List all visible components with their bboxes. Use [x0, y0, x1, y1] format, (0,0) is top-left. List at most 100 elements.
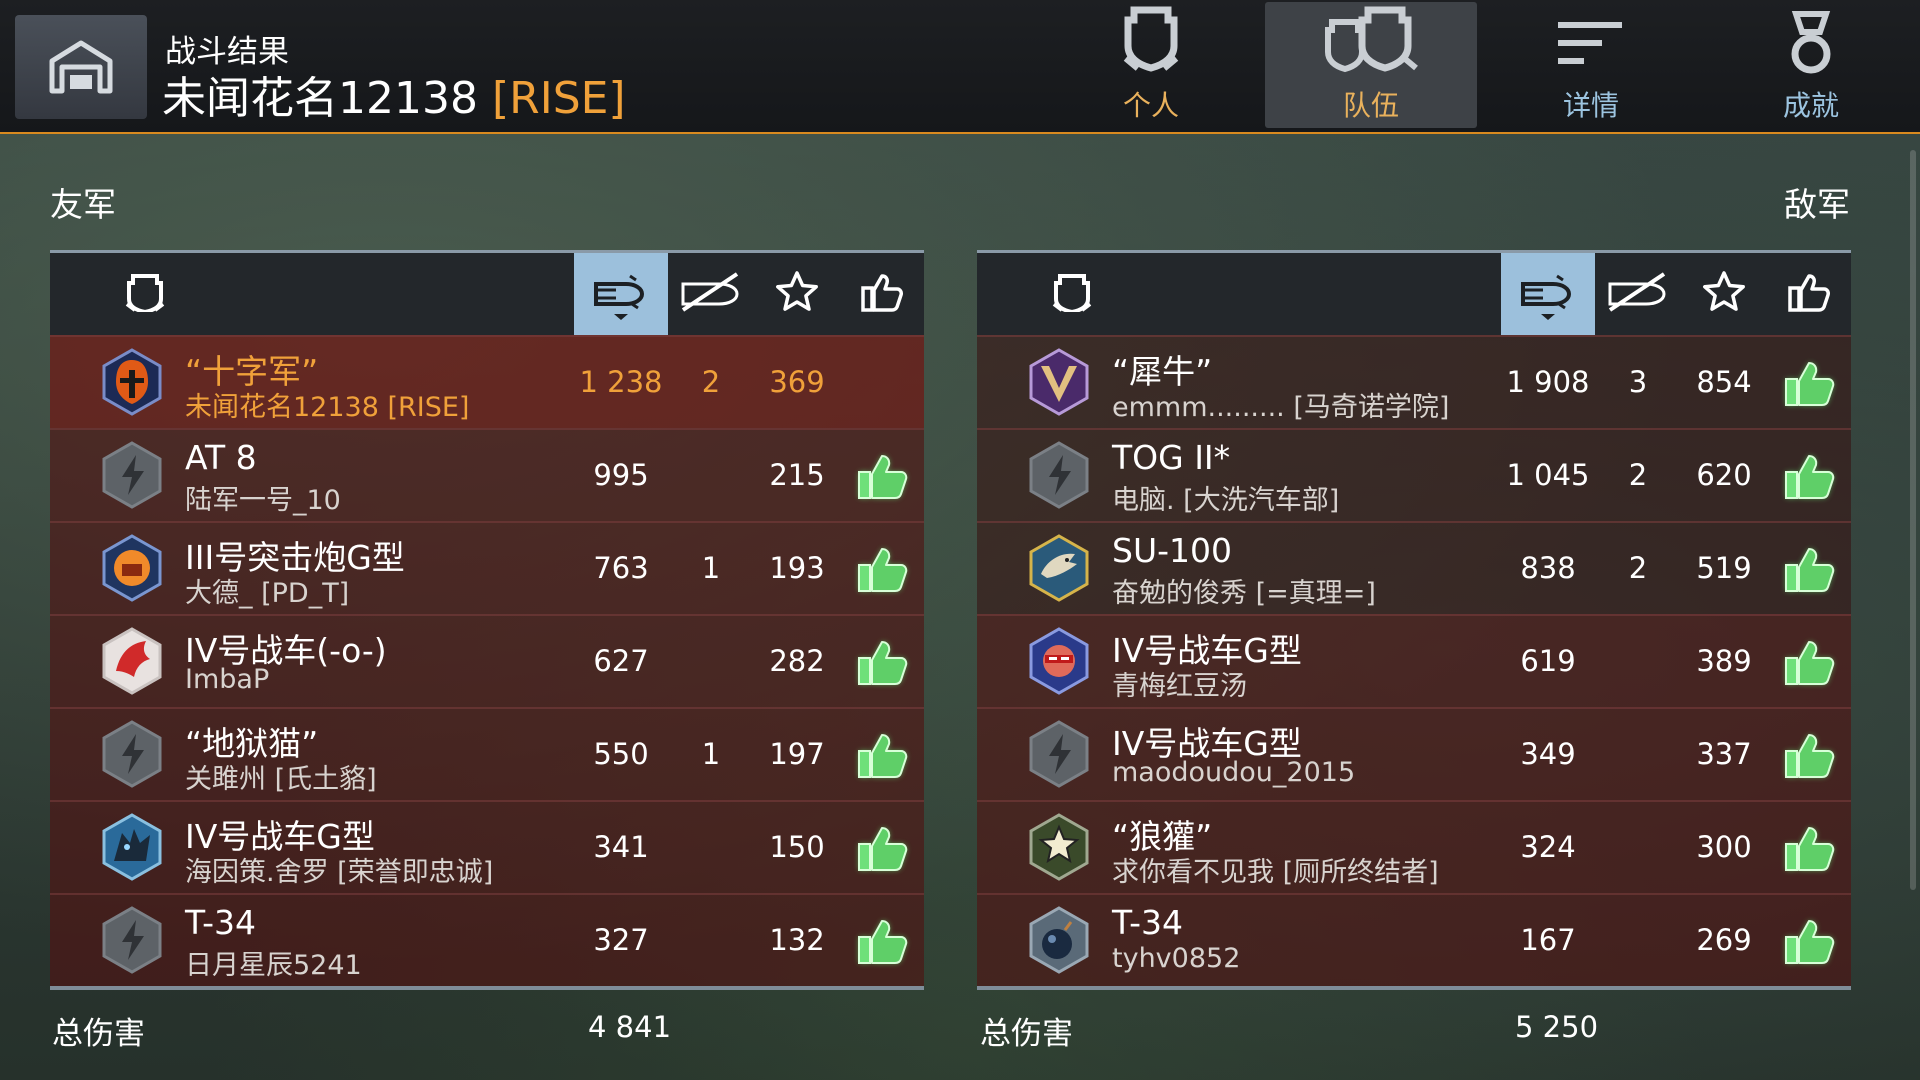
default-avatar[interactable] [100, 906, 164, 974]
allies-table: “十字军” 未闻花名12138 [RISE] 1 238 2 369 AT 8 陆军一号_1… [50, 250, 924, 990]
player-row[interactable]: IV号战车G型 青梅红豆汤 619 389 [977, 614, 1851, 707]
column-header-thumbs-up[interactable] [840, 253, 924, 335]
table-header [977, 250, 1851, 335]
like-thumbs-up-icon[interactable] [853, 818, 913, 878]
column-header-tank[interactable] [1027, 253, 1117, 335]
player-name: maodoudou_2015 [1112, 757, 1356, 788]
tab-details[interactable]: 详情 [1485, 2, 1697, 128]
player-row[interactable]: IV号战车G型 海因策.舍罗 [荣誉即忠诚] 341 150 [50, 800, 924, 893]
purple-v-avatar[interactable] [1027, 348, 1091, 416]
player-row[interactable]: TOG II* 电脑. [大洗汽车部] 1 045 2 620 [977, 428, 1851, 521]
team-tanks-icon [1325, 6, 1418, 73]
exp-value: 197 [769, 737, 825, 771]
thumbs-up-icon [860, 270, 904, 318]
like-thumbs-up-icon[interactable] [853, 725, 913, 785]
like-thumbs-up-icon[interactable] [853, 446, 913, 506]
red-bird-avatar[interactable] [100, 627, 164, 695]
blue-wolf-avatar[interactable] [100, 813, 164, 881]
damage-shell-icon [1519, 262, 1577, 326]
damage-value: 995 [593, 458, 649, 492]
single-tank-icon [1123, 6, 1179, 72]
damage-value: 341 [593, 830, 649, 864]
like-thumbs-up-icon[interactable] [1780, 353, 1840, 413]
column-header-damage-shell[interactable] [1501, 253, 1595, 335]
medal-icon [1791, 11, 1831, 74]
exp-value: 854 [1696, 365, 1752, 399]
player-row[interactable]: IV号战车G型 maodoudou_2015 349 337 [977, 707, 1851, 800]
hero-avatar[interactable] [1027, 627, 1091, 695]
like-thumbs-up-icon[interactable] [853, 632, 913, 692]
exp-value: 369 [769, 365, 825, 399]
tab-achievements[interactable]: 成就 [1705, 2, 1917, 128]
column-header-star[interactable] [754, 253, 840, 335]
player-row[interactable]: III号突击炮G型 大德_ [PD_T] 763 1 193 [50, 521, 924, 614]
damage-value: 167 [1520, 923, 1576, 957]
default-avatar[interactable] [100, 441, 164, 509]
player-row[interactable]: AT 8 陆军一号_10 995 215 [50, 428, 924, 521]
like-thumbs-up-icon[interactable] [1780, 818, 1840, 878]
kills-value: 1 [701, 737, 721, 771]
player-row[interactable]: “犀牛” emmm......... [马奇诺学院] 1 908 3 854 [977, 335, 1851, 428]
like-thumbs-up-icon[interactable] [1780, 446, 1840, 506]
damage-value: 763 [593, 551, 649, 585]
player-name: ImbaP [185, 664, 270, 695]
player-row[interactable]: T-34 日月星辰5241 327 132 [50, 893, 924, 986]
kills-value: 3 [1628, 365, 1648, 399]
damage-value: 349 [1520, 737, 1576, 771]
tab-details-label: 详情 [1562, 89, 1619, 122]
like-thumbs-up-icon[interactable] [1780, 911, 1840, 971]
damage-value: 1 238 [579, 365, 663, 399]
player-row[interactable]: SU-100 奋勉的俊秀 [=真理=] 838 2 519 [977, 521, 1851, 614]
tab-personal-label: 个人 [1122, 89, 1179, 122]
damage-value: 1 908 [1506, 365, 1590, 399]
allies-total-label: 总伤害 [52, 1016, 145, 1052]
details-list-icon [1558, 22, 1622, 64]
kills-value: 1 [701, 551, 721, 585]
kills-value: 2 [1628, 458, 1648, 492]
crusader-helmet-avatar[interactable] [100, 348, 164, 416]
eagle-avatar[interactable] [1027, 534, 1091, 602]
fist-avatar[interactable] [100, 534, 164, 602]
scrollbar[interactable] [1910, 150, 1916, 890]
player-clan: [RISE] [491, 73, 626, 124]
like-thumbs-up-icon[interactable] [1780, 539, 1840, 599]
bomb-avatar[interactable] [1027, 906, 1091, 974]
player-row[interactable]: “十字军” 未闻花名12138 [RISE] 1 238 2 369 [50, 335, 924, 428]
tab-achievements-label: 成就 [1782, 89, 1839, 122]
garage-icon [49, 40, 113, 94]
player-name: 电脑. [大洗汽车部] [1112, 485, 1340, 516]
like-thumbs-up-icon[interactable] [1780, 725, 1840, 785]
column-header-kills[interactable] [1595, 253, 1681, 335]
tab-personal[interactable]: 个人 [1045, 2, 1257, 128]
player-row[interactable]: “狼獾” 求你看不见我 [厕所终结者] 324 300 [977, 800, 1851, 893]
player-row[interactable]: IV号战车(-o-) ImbaP 627 282 [50, 614, 924, 707]
column-header-kills[interactable] [668, 253, 754, 335]
like-thumbs-up-icon[interactable] [853, 911, 913, 971]
kills-icon [679, 270, 743, 318]
kills-icon [1606, 270, 1670, 318]
damage-value: 838 [1520, 551, 1576, 585]
column-header-damage-shell[interactable] [574, 253, 668, 335]
tank-name: T-34 [1112, 903, 1184, 942]
player-row[interactable]: “地狱猫” 关雎州 [氏土貉] 550 1 197 [50, 707, 924, 800]
player-row[interactable]: T-34 tyhv0852 167 269 [977, 893, 1851, 986]
column-header-star[interactable] [1681, 253, 1767, 335]
home-button[interactable] [15, 15, 147, 119]
default-avatar[interactable] [100, 720, 164, 788]
like-thumbs-up-icon[interactable] [1780, 632, 1840, 692]
tank-icon [1050, 272, 1094, 316]
tab-team[interactable]: 队伍 [1265, 2, 1477, 128]
player-name: 日月星辰5241 [185, 950, 362, 981]
default-avatar[interactable] [1027, 441, 1091, 509]
column-header-tank[interactable] [100, 253, 190, 335]
star-avatar[interactable] [1027, 813, 1091, 881]
default-avatar[interactable] [1027, 720, 1091, 788]
column-header-thumbs-up[interactable] [1767, 253, 1851, 335]
exp-value: 620 [1696, 458, 1752, 492]
kills-value: 2 [701, 365, 721, 399]
star-icon [1702, 270, 1746, 318]
enemies-title: 敌军 [1784, 185, 1850, 224]
like-thumbs-up-icon[interactable] [853, 539, 913, 599]
kills-value: 2 [1628, 551, 1648, 585]
player-name: 海因策.舍罗 [荣誉即忠诚] [185, 857, 494, 888]
